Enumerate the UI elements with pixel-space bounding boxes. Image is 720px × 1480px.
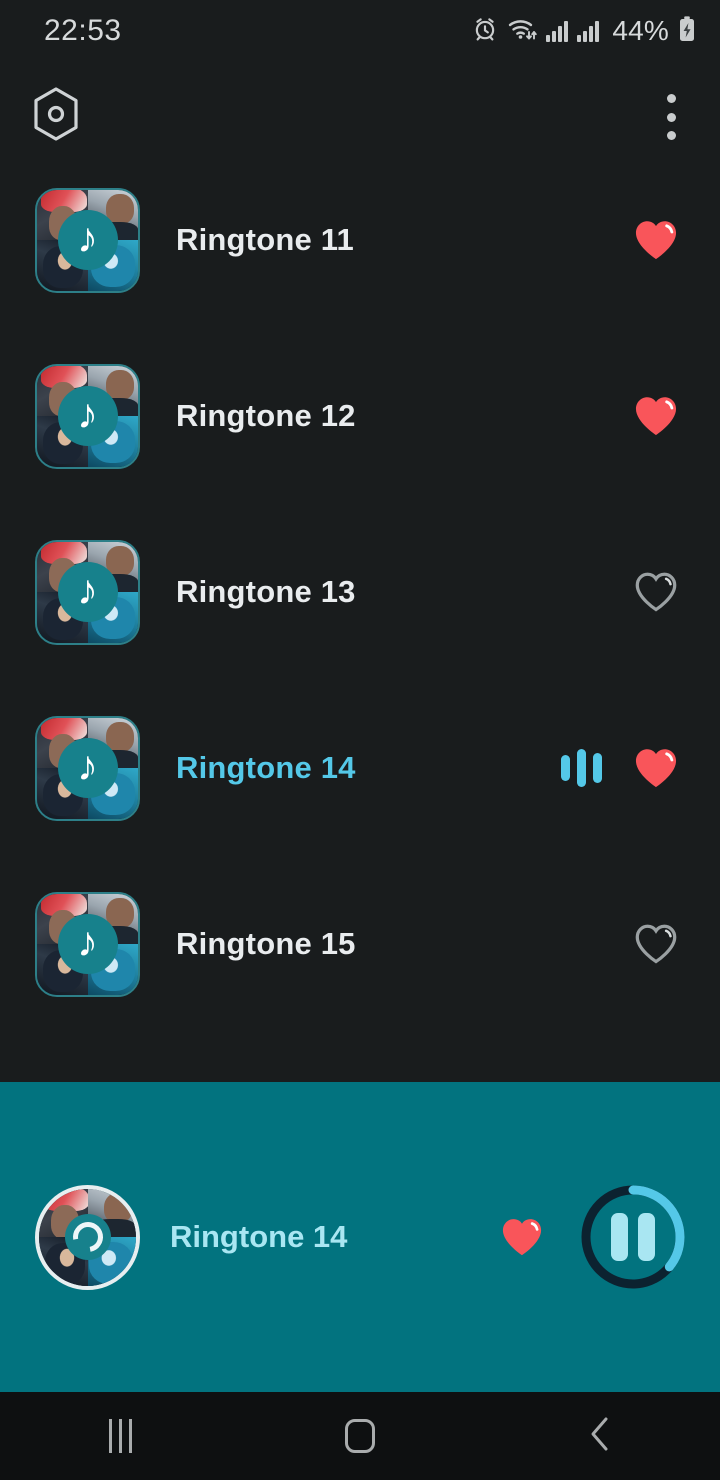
favorite-outline-icon[interactable] [628, 916, 684, 972]
music-note-icon: ♪ [57, 386, 118, 446]
app-bar [0, 62, 720, 170]
recents-button[interactable] [0, 1392, 240, 1480]
ringtone-thumbnail: ♪ [35, 715, 140, 821]
status-time: 22:53 [44, 14, 122, 47]
player-track-title: Ringtone 14 [170, 1219, 348, 1254]
list-item-title: Ringtone 12 [176, 398, 356, 433]
player-album-art[interactable] [35, 1184, 140, 1290]
hexagon-app-logo-icon[interactable] [32, 87, 80, 141]
list-item-title: Ringtone 15 [176, 926, 356, 961]
favorite-filled-icon[interactable] [628, 388, 684, 444]
ringtone-thumbnail: ♪ [35, 891, 140, 997]
pause-icon [611, 1213, 655, 1261]
battery-charging-icon [678, 15, 696, 48]
music-note-icon: ♪ [57, 210, 118, 270]
list-item[interactable]: ♪ Ringtone 12 [0, 346, 720, 486]
list-item[interactable]: ♪ Ringtone 11 [0, 170, 720, 310]
favorite-outline-icon[interactable] [628, 564, 684, 620]
music-note-icon: ♪ [57, 562, 118, 622]
system-nav-bar [0, 1392, 720, 1480]
signal-icon [577, 20, 600, 42]
home-button[interactable] [240, 1392, 480, 1480]
equalizer-playing-icon [561, 749, 602, 787]
list-item[interactable]: ♪ Ringtone 13 [0, 522, 720, 662]
alarm-icon [472, 16, 498, 47]
more-vertical-icon[interactable] [666, 94, 676, 140]
status-icon-group: 44% [472, 15, 696, 48]
back-button[interactable] [480, 1392, 720, 1480]
favorite-filled-icon[interactable] [628, 740, 684, 796]
back-icon [585, 1414, 615, 1459]
play-pause-button[interactable] [578, 1182, 688, 1292]
home-icon [345, 1419, 375, 1453]
player-favorite-filled-icon[interactable] [494, 1209, 550, 1265]
battery-percent-label: 44% [612, 15, 669, 46]
ringtone-thumbnail: ♪ [35, 539, 140, 645]
list-item-title: Ringtone 13 [176, 574, 356, 609]
ringtone-thumbnail: ♪ [35, 363, 140, 469]
status-bar: 22:53 44% [0, 0, 720, 62]
signal-icon [546, 20, 569, 42]
wifi-icon [507, 16, 538, 47]
ringtone-thumbnail: ♪ [35, 187, 140, 293]
favorite-filled-icon[interactable] [628, 212, 684, 268]
list-item-title: Ringtone 11 [176, 222, 354, 257]
ringtone-list: ♪ Ringtone 11 ♪ Ringtone 12 ♪ Ringtone 1… [0, 170, 720, 1082]
music-note-icon: ♪ [57, 738, 118, 798]
list-item-title: Ringtone 14 [176, 750, 356, 785]
recents-icon [108, 1419, 132, 1453]
list-item[interactable]: ♪ Ringtone 14 [0, 698, 720, 838]
vinyl-hub-icon [64, 1214, 111, 1260]
list-item[interactable]: ♪ Ringtone 15 [0, 874, 720, 1014]
app-screen: 22:53 44% ♪ Ringtone 11 ♪ Ringtone 12 ♪ … [0, 0, 720, 1480]
mini-player-bar: Ringtone 14 [0, 1082, 720, 1392]
music-note-icon: ♪ [57, 914, 118, 974]
